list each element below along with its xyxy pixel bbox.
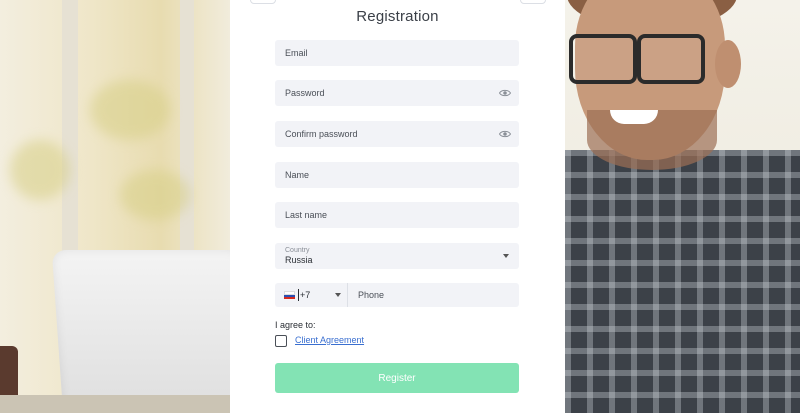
password-field[interactable]: Password <box>275 80 519 106</box>
country-value: Russia <box>285 255 313 265</box>
phone-code-select[interactable]: +7 <box>275 283 347 307</box>
password-placeholder: Password <box>285 88 325 98</box>
foliage <box>90 80 170 140</box>
phone-placeholder: Phone <box>358 290 385 300</box>
plaid-shirt <box>565 150 800 413</box>
confirm-password-placeholder: Confirm password <box>285 129 358 139</box>
last-name-placeholder: Last name <box>285 210 328 220</box>
phone-row: +7 Phone <box>275 283 519 307</box>
client-agreement-link[interactable]: Client Agreement <box>295 335 364 345</box>
email-placeholder: Email <box>285 48 308 58</box>
registration-card: Registration Email Password Confirm pass… <box>230 0 565 413</box>
russia-flag-icon <box>284 291 295 299</box>
country-select[interactable]: Country Russia <box>275 243 519 269</box>
caret-down-icon <box>335 293 341 297</box>
email-field[interactable]: Email <box>275 40 519 66</box>
agree-label: I agree to: <box>275 320 316 330</box>
foliage <box>120 170 190 220</box>
smile <box>610 110 658 124</box>
name-field[interactable]: Name <box>275 162 519 188</box>
phone-input[interactable]: Phone <box>347 283 519 307</box>
glasses-lens <box>637 34 705 84</box>
card-top-button-right[interactable] <box>520 0 546 4</box>
last-name-field[interactable]: Last name <box>275 202 519 228</box>
glasses <box>567 30 727 84</box>
background-photo-right <box>565 0 800 413</box>
caret-down-icon <box>503 254 509 258</box>
confirm-password-field[interactable]: Confirm password <box>275 121 519 147</box>
register-button[interactable]: Register <box>275 363 519 393</box>
phone-code-value: +7 <box>300 290 311 300</box>
text-cursor <box>298 289 299 301</box>
eye-icon[interactable] <box>499 87 511 99</box>
laptop <box>51 250 230 413</box>
page-title: Registration <box>356 8 439 25</box>
client-agreement-checkbox[interactable] <box>275 335 287 347</box>
desk <box>0 395 230 413</box>
glasses-lens <box>569 34 637 84</box>
background-photo-left <box>0 0 230 413</box>
country-label: Country <box>285 247 310 254</box>
name-placeholder: Name <box>285 170 310 180</box>
eye-icon[interactable] <box>499 128 511 140</box>
card-top-button-left[interactable] <box>250 0 276 4</box>
foliage <box>10 140 70 200</box>
